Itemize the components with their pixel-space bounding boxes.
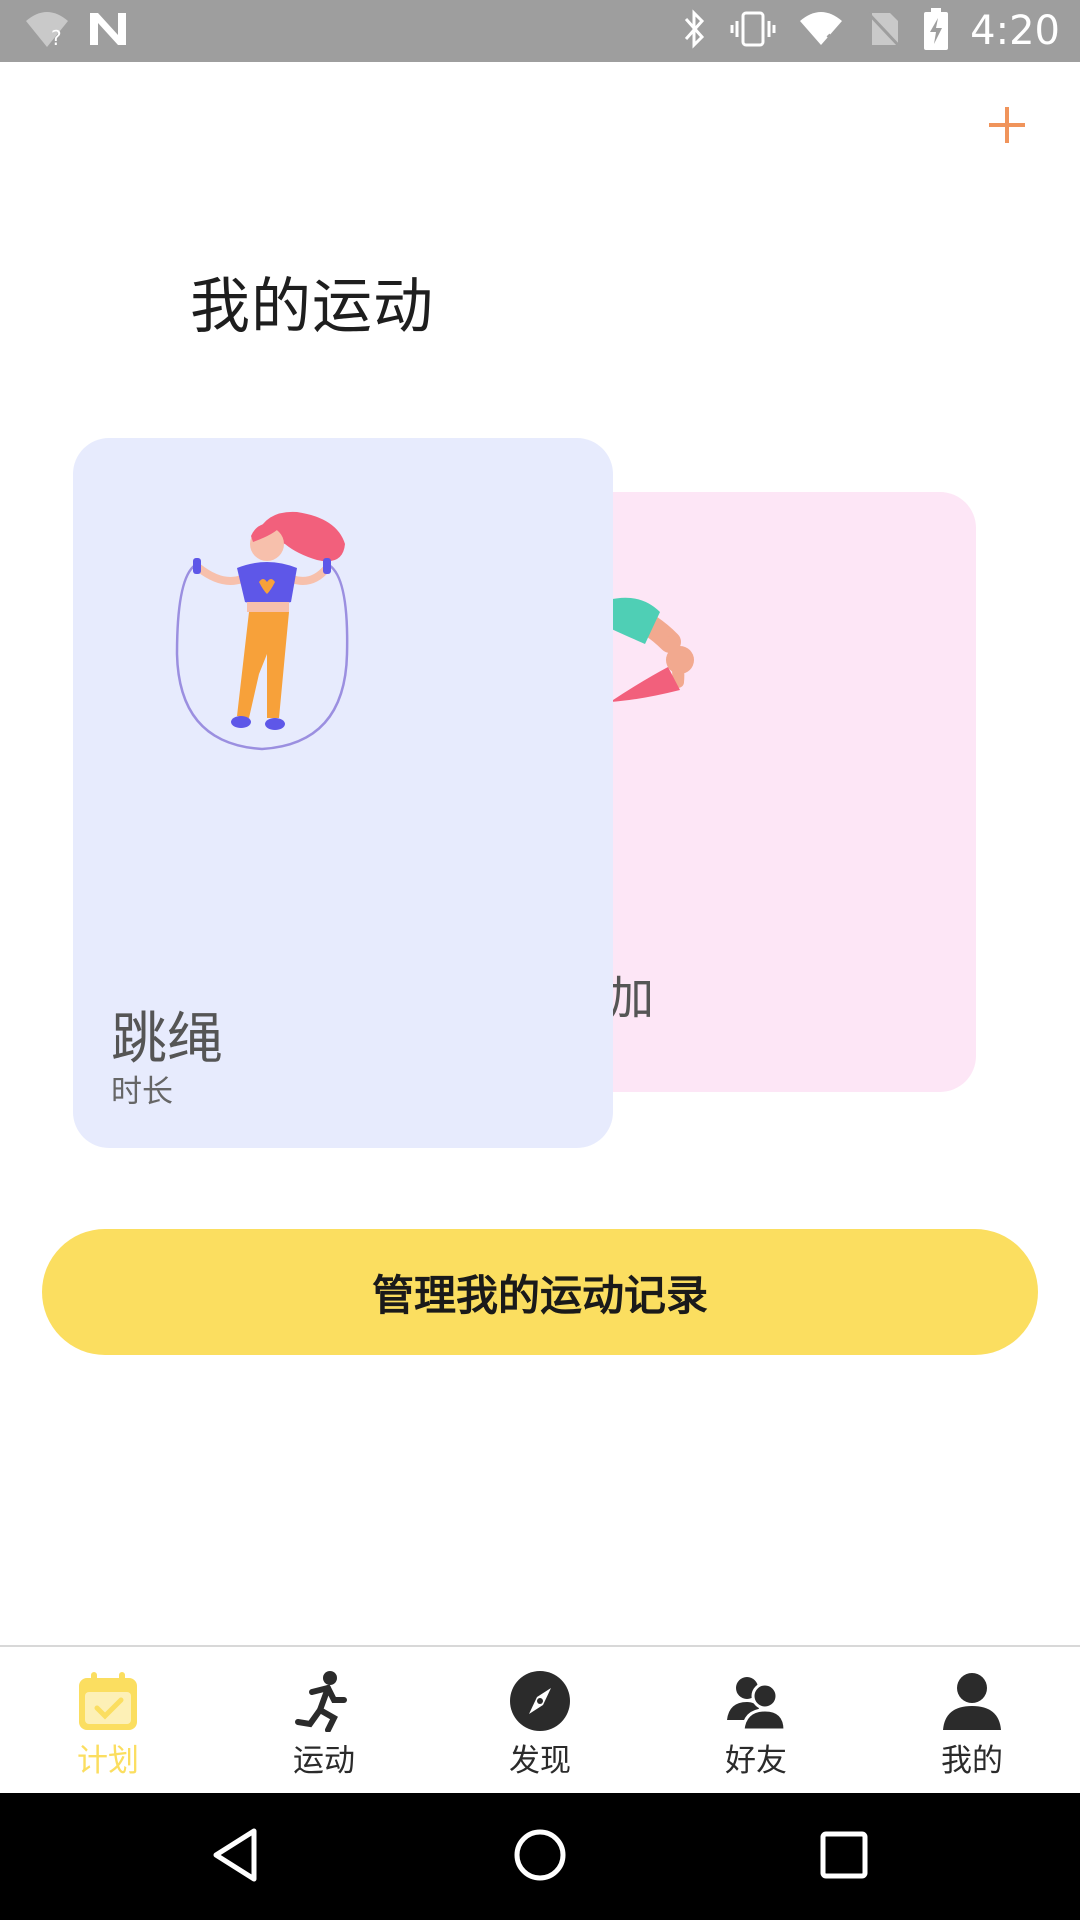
bluetooth-icon — [682, 9, 708, 53]
card-title: 加 — [608, 971, 654, 1025]
nav-item-me[interactable]: 我的 — [864, 1647, 1080, 1795]
nav-item-exercise[interactable]: 运动 — [216, 1647, 432, 1795]
svg-text:?: ? — [51, 26, 62, 49]
vibrate-icon — [730, 9, 776, 53]
wifi-unknown-icon: ? — [24, 9, 70, 53]
page-title: 我的运动 — [190, 272, 434, 342]
nav-item-discover[interactable]: 发现 — [432, 1647, 648, 1795]
n-logo-icon — [88, 11, 128, 51]
running-icon — [292, 1669, 356, 1733]
back-icon[interactable] — [204, 1823, 268, 1887]
nav-label: 计划 — [77, 1743, 139, 1779]
nav-label: 运动 — [293, 1743, 355, 1779]
manage-records-button[interactable]: 管理我的运动记录 — [42, 1229, 1038, 1355]
exercise-card-jump-rope[interactable]: 跳绳 时长 — [73, 438, 613, 1148]
compass-icon — [508, 1669, 572, 1733]
nav-item-plan[interactable]: 计划 — [0, 1647, 216, 1795]
status-left: ? — [24, 10, 128, 52]
friends-icon — [724, 1669, 788, 1733]
status-time: 4:20 — [970, 8, 1060, 54]
recents-icon[interactable] — [812, 1823, 876, 1887]
card-title: 跳绳 — [111, 1007, 223, 1072]
nav-label: 我的 — [941, 1743, 1003, 1779]
jump-rope-illustration — [167, 504, 357, 758]
status-bar: ? 4:20 — [0, 0, 1080, 62]
plus-icon — [987, 105, 1027, 149]
no-sim-icon — [866, 9, 902, 53]
calendar-check-icon — [76, 1669, 140, 1733]
nav-label: 好友 — [725, 1743, 787, 1779]
add-button[interactable] — [975, 95, 1039, 159]
system-nav-bar — [0, 1793, 1080, 1920]
person-icon — [940, 1669, 1004, 1733]
card-subtitle: 时长 — [111, 1074, 173, 1110]
home-icon[interactable] — [508, 1823, 572, 1887]
bottom-nav: 计划 运动 发现 好友 我的 — [0, 1645, 1080, 1795]
status-right: 4:20 — [682, 8, 1060, 54]
nav-item-friends[interactable]: 好友 — [648, 1647, 864, 1795]
nav-label: 发现 — [509, 1743, 571, 1779]
battery-charging-icon — [924, 8, 949, 54]
wifi-off-icon — [798, 9, 844, 53]
